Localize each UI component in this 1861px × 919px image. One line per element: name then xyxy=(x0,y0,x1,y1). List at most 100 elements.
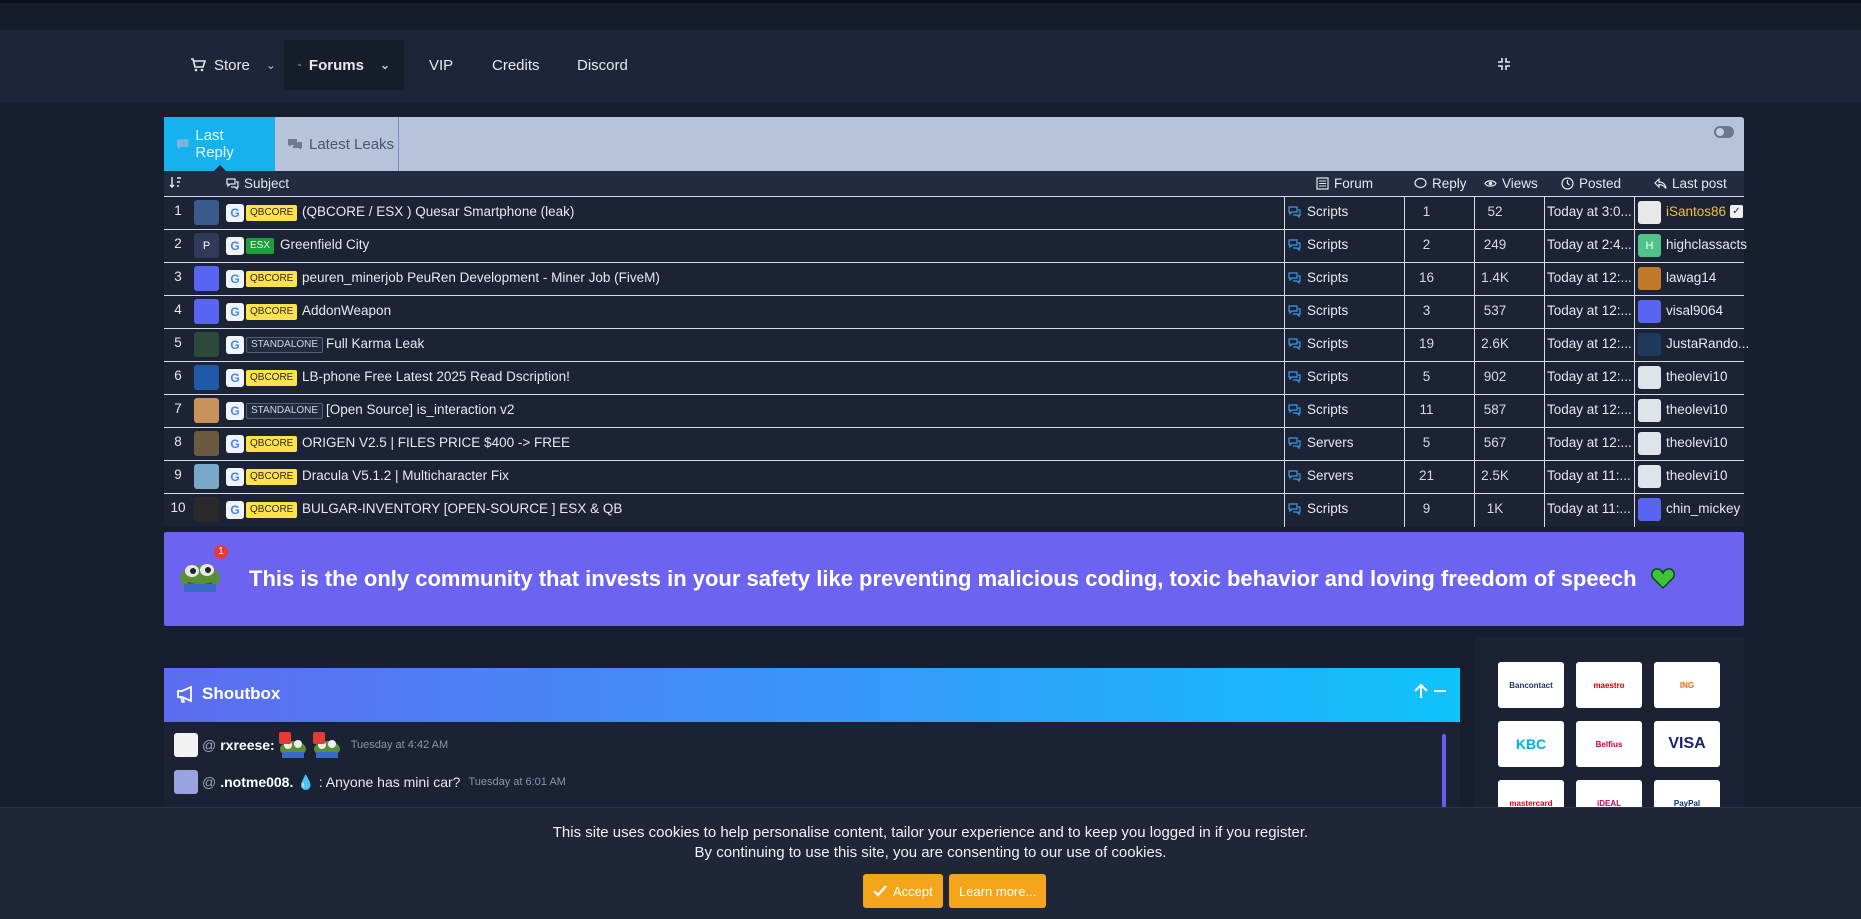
last-post-user[interactable]: theolevi10 xyxy=(1666,468,1728,483)
avatar[interactable] xyxy=(1638,465,1661,488)
forum-link[interactable]: Scripts xyxy=(1288,303,1348,318)
avatar[interactable] xyxy=(1638,366,1661,389)
table-row[interactable]: 4 G QBCORE AddonWeapon Scripts 3 537 Today at 1… xyxy=(164,295,1744,329)
thread-subject[interactable]: LB-phone Free Latest 2025 Read Dscriptio… xyxy=(302,369,570,384)
forum-link[interactable]: Scripts xyxy=(1288,369,1348,384)
last-post-user[interactable]: iSantos86 xyxy=(1666,204,1726,219)
thread-subject[interactable]: Full Karma Leak xyxy=(326,336,424,351)
thread-subject[interactable]: ORIGEN V2.5 | FILES PRICE $400 -> FREE xyxy=(302,435,570,450)
table-row[interactable]: 3 G QBCORE peuren_minerjob PeuRen Developme… xyxy=(164,262,1744,296)
thread-subject[interactable]: Dracula V5.1.2 | Multicharacter Fix xyxy=(302,468,509,483)
avatar[interactable] xyxy=(1638,201,1661,224)
prefix-badge[interactable]: QBCORE xyxy=(246,469,298,485)
last-post-user[interactable]: visal9064 xyxy=(1666,303,1723,318)
shout-username[interactable]: rxreese: xyxy=(220,737,275,753)
forum-link[interactable]: Scripts xyxy=(1288,336,1348,351)
nav-discord[interactable]: Discord xyxy=(563,40,642,90)
prefix-badge[interactable]: QBCORE xyxy=(246,502,298,518)
table-row[interactable]: 5 G STANDALONE Full Karma Leak Scripts 19 2.6K… xyxy=(164,328,1749,362)
col-posted[interactable]: Posted xyxy=(1561,176,1621,191)
prefix-badge[interactable]: QBCORE xyxy=(246,436,298,452)
tab-last-reply[interactable]: Last Reply xyxy=(164,117,275,171)
avatar[interactable] xyxy=(194,365,219,390)
prefix-badge[interactable]: STANDALONE xyxy=(246,403,324,419)
prefix-badge[interactable]: ESX xyxy=(246,238,275,254)
posted-time[interactable]: Today at 11:... xyxy=(1547,468,1631,483)
thread-subject[interactable]: (QBCORE / ESX ) Quesar Smartphone (leak) xyxy=(302,204,574,219)
avatar[interactable] xyxy=(194,398,219,423)
prefix-badge[interactable]: STANDALONE xyxy=(246,337,324,353)
table-row[interactable]: 8 G QBCORE ORIGEN V2.5 | FILES PRICE $400 -… xyxy=(164,427,1744,461)
table-row[interactable]: 7 G STANDALONE [Open Source] is_interaction… xyxy=(164,394,1744,428)
chevron-down-icon[interactable]: ⌄ xyxy=(380,58,390,72)
avatar[interactable]: H xyxy=(1638,234,1661,257)
thread-subject[interactable]: AddonWeapon xyxy=(302,303,391,318)
forum-link[interactable]: Scripts xyxy=(1288,270,1348,285)
posted-time[interactable]: Today at 3:0... xyxy=(1547,204,1632,219)
thread-subject[interactable]: peuren_minerjob PeuRen Development - Min… xyxy=(302,270,660,285)
avatar[interactable] xyxy=(1638,432,1661,455)
forum-link[interactable]: Scripts xyxy=(1288,501,1348,516)
table-row[interactable]: 1 G QBCORE (QBCORE / ESX ) Quesar Smartphon… xyxy=(164,196,1744,230)
nav-vip[interactable]: VIP xyxy=(415,40,467,90)
arrow-up-icon[interactable] xyxy=(1412,682,1430,700)
sort-icon[interactable] xyxy=(169,176,182,189)
forum-link[interactable]: Servers xyxy=(1288,435,1354,450)
nav-forums[interactable]: Forums ⌄ xyxy=(284,40,404,90)
tab-latest-leaks[interactable]: Latest Leaks xyxy=(275,117,406,171)
avatar[interactable] xyxy=(194,200,219,225)
table-row[interactable]: 2 P G ESX Greenfield City Scripts 2 249 Today at… xyxy=(164,229,1747,263)
accept-button[interactable]: Accept xyxy=(863,874,943,908)
avatar[interactable] xyxy=(1638,399,1661,422)
prefix-badge[interactable]: QBCORE xyxy=(246,370,298,386)
table-row[interactable]: 6 G QBCORE LB-phone Free Latest 2025 Read D… xyxy=(164,361,1744,395)
collapse-icon[interactable] xyxy=(1496,56,1516,76)
last-post-user[interactable]: theolevi10 xyxy=(1666,369,1728,384)
posted-time[interactable]: Today at 12:... xyxy=(1547,435,1632,450)
col-subject[interactable]: Subject xyxy=(226,176,289,191)
avatar[interactable] xyxy=(194,266,219,291)
posted-time[interactable]: Today at 11:... xyxy=(1547,501,1631,516)
posted-time[interactable]: Today at 12:... xyxy=(1547,336,1632,351)
avatar[interactable] xyxy=(1638,498,1661,521)
table-row[interactable]: 9 G QBCORE Dracula V5.1.2 | Multicharacter … xyxy=(164,460,1744,494)
avatar[interactable] xyxy=(1638,300,1661,323)
learn-more-button[interactable]: Learn more... xyxy=(949,874,1047,908)
avatar[interactable] xyxy=(1638,267,1661,290)
posted-time[interactable]: Today at 12:... xyxy=(1547,369,1632,384)
avatar[interactable] xyxy=(194,332,219,357)
avatar[interactable] xyxy=(1638,333,1661,356)
thread-subject[interactable]: Greenfield City xyxy=(280,237,369,252)
nav-store[interactable]: Store ⌄ xyxy=(176,40,290,90)
table-row[interactable]: 10 G QBCORE BULGAR-INVENTORY [OPEN-SOURCE ]… xyxy=(164,493,1744,527)
col-forum[interactable]: Forum xyxy=(1316,176,1373,191)
posted-time[interactable]: Today at 2:4... xyxy=(1547,237,1632,252)
avatar[interactable] xyxy=(194,431,219,456)
shout-username[interactable]: .notme008. xyxy=(220,774,293,790)
prefix-badge[interactable]: QBCORE xyxy=(246,304,298,320)
shoutbox-scrollbar[interactable] xyxy=(1442,734,1446,808)
posted-time[interactable]: Today at 12:... xyxy=(1547,270,1632,285)
avatar[interactable] xyxy=(174,733,198,757)
posted-time[interactable]: Today at 12:... xyxy=(1547,402,1632,417)
minimize-icon[interactable] xyxy=(1432,682,1448,700)
avatar[interactable] xyxy=(194,497,219,522)
last-post-user[interactable]: lawag14 xyxy=(1666,270,1716,285)
col-last-post[interactable]: Last post xyxy=(1654,176,1727,191)
last-post-user[interactable]: theolevi10 xyxy=(1666,402,1728,417)
avatar[interactable]: P xyxy=(194,233,219,258)
prefix-badge[interactable]: QBCORE xyxy=(246,271,298,287)
thread-subject[interactable]: BULGAR-INVENTORY [OPEN-SOURCE ] ESX & QB xyxy=(302,501,622,516)
col-reply[interactable]: Reply xyxy=(1414,176,1467,191)
forum-link[interactable]: Scripts xyxy=(1288,402,1348,417)
forum-link[interactable]: Servers xyxy=(1288,468,1354,483)
posted-time[interactable]: Today at 12:... xyxy=(1547,303,1632,318)
prefix-badge[interactable]: QBCORE xyxy=(246,205,298,221)
last-post-user[interactable]: highclassacts xyxy=(1666,237,1747,252)
chevron-down-icon[interactable]: ⌄ xyxy=(266,58,276,72)
layout-toggle[interactable] xyxy=(1714,126,1734,138)
last-post-user[interactable]: theolevi10 xyxy=(1666,435,1728,450)
forum-link[interactable]: Scripts xyxy=(1288,237,1348,252)
avatar[interactable] xyxy=(174,770,198,794)
col-views[interactable]: Views xyxy=(1484,176,1538,191)
